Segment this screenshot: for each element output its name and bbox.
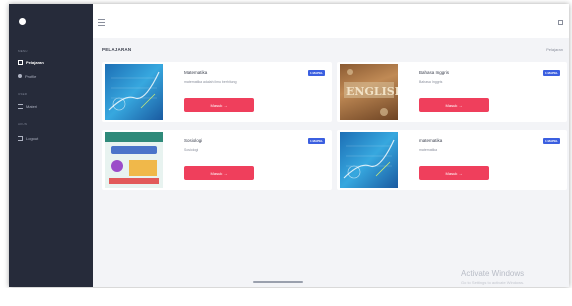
status-badge: 1 MAPEL (307, 138, 325, 144)
taskbar (0, 288, 572, 306)
sidebar-item-materi[interactable]: Materi (14, 101, 88, 111)
status-badge: 1 MAPEL (307, 70, 325, 76)
activate-windows-title: Activate Windows (461, 269, 525, 278)
enter-course-button[interactable]: Masuk → (184, 98, 254, 112)
sidebar-item-label: Pelajaran (26, 59, 44, 65)
course-thumbnail (340, 132, 398, 188)
sidebar-item-profile[interactable]: Profile (14, 71, 88, 81)
course-card-matematika-2: matematika matematika 1 MAPEL Masuk → (337, 130, 567, 190)
enter-course-button[interactable]: Masuk → (419, 166, 489, 180)
logo[interactable] (19, 18, 26, 25)
sidebar-group-akun: AKUN (18, 122, 28, 126)
course-description: Sosiologi (184, 148, 199, 152)
list-icon (18, 103, 23, 109)
sidebar-item-label: Materi (26, 103, 38, 109)
course-description: Bahasa Inggris (419, 80, 443, 84)
course-thumbnail (105, 132, 163, 188)
course-description: matematika adalah ilmu berhitung (184, 80, 237, 84)
course-thumbnail: ENGLISH (340, 64, 398, 120)
app-window: MENU Pelajaran Profile USER Materi AKUN … (9, 4, 569, 287)
course-title: Sosiologi (184, 138, 203, 143)
grid-icon (18, 59, 23, 65)
sidebar-group-user: USER (18, 92, 28, 96)
sidebar-item-label: Logout (26, 135, 39, 141)
course-title: Bahasa Inggris (419, 70, 450, 75)
sidebar-item-label: Profile (25, 73, 37, 79)
scrollbar-thumb[interactable] (253, 281, 303, 283)
status-badge: 1 MAPEL (542, 138, 560, 144)
course-description: matematika (419, 148, 438, 152)
course-thumbnail (105, 64, 163, 120)
course-card-sosiologi: Sosiologi Sosiologi 1 MAPEL Masuk → (102, 130, 332, 190)
topbar (93, 4, 569, 38)
fullscreen-icon[interactable] (558, 20, 563, 25)
user-icon (18, 74, 22, 78)
sidebar: MENU Pelajaran Profile USER Materi AKUN … (9, 4, 93, 287)
course-card-bahasa-inggris: ENGLISH Bahasa Inggris Bahasa Inggris 1 … (337, 62, 567, 122)
enter-course-button[interactable]: Masuk → (419, 98, 489, 112)
svg-text:ENGLISH: ENGLISH (346, 85, 398, 98)
hamburger-menu-icon[interactable] (98, 19, 105, 26)
course-card-matematika: Matematika matematika adalah ilmu berhit… (102, 62, 332, 122)
enter-course-button[interactable]: Masuk → (184, 166, 254, 180)
horizontal-scrollbar[interactable] (93, 280, 569, 285)
sidebar-item-logout[interactable]: Logout (14, 133, 88, 143)
logout-icon (18, 135, 23, 141)
course-title: Matematika (184, 70, 208, 75)
sidebar-group-menu: MENU (18, 49, 28, 53)
page-title: PELAJARAN (102, 47, 132, 52)
sidebar-item-pelajaran[interactable]: Pelajaran (14, 57, 88, 67)
breadcrumb[interactable]: Pelajaran (546, 47, 563, 52)
status-badge: 1 MAPEL (542, 70, 560, 76)
course-title: matematika (419, 138, 443, 143)
